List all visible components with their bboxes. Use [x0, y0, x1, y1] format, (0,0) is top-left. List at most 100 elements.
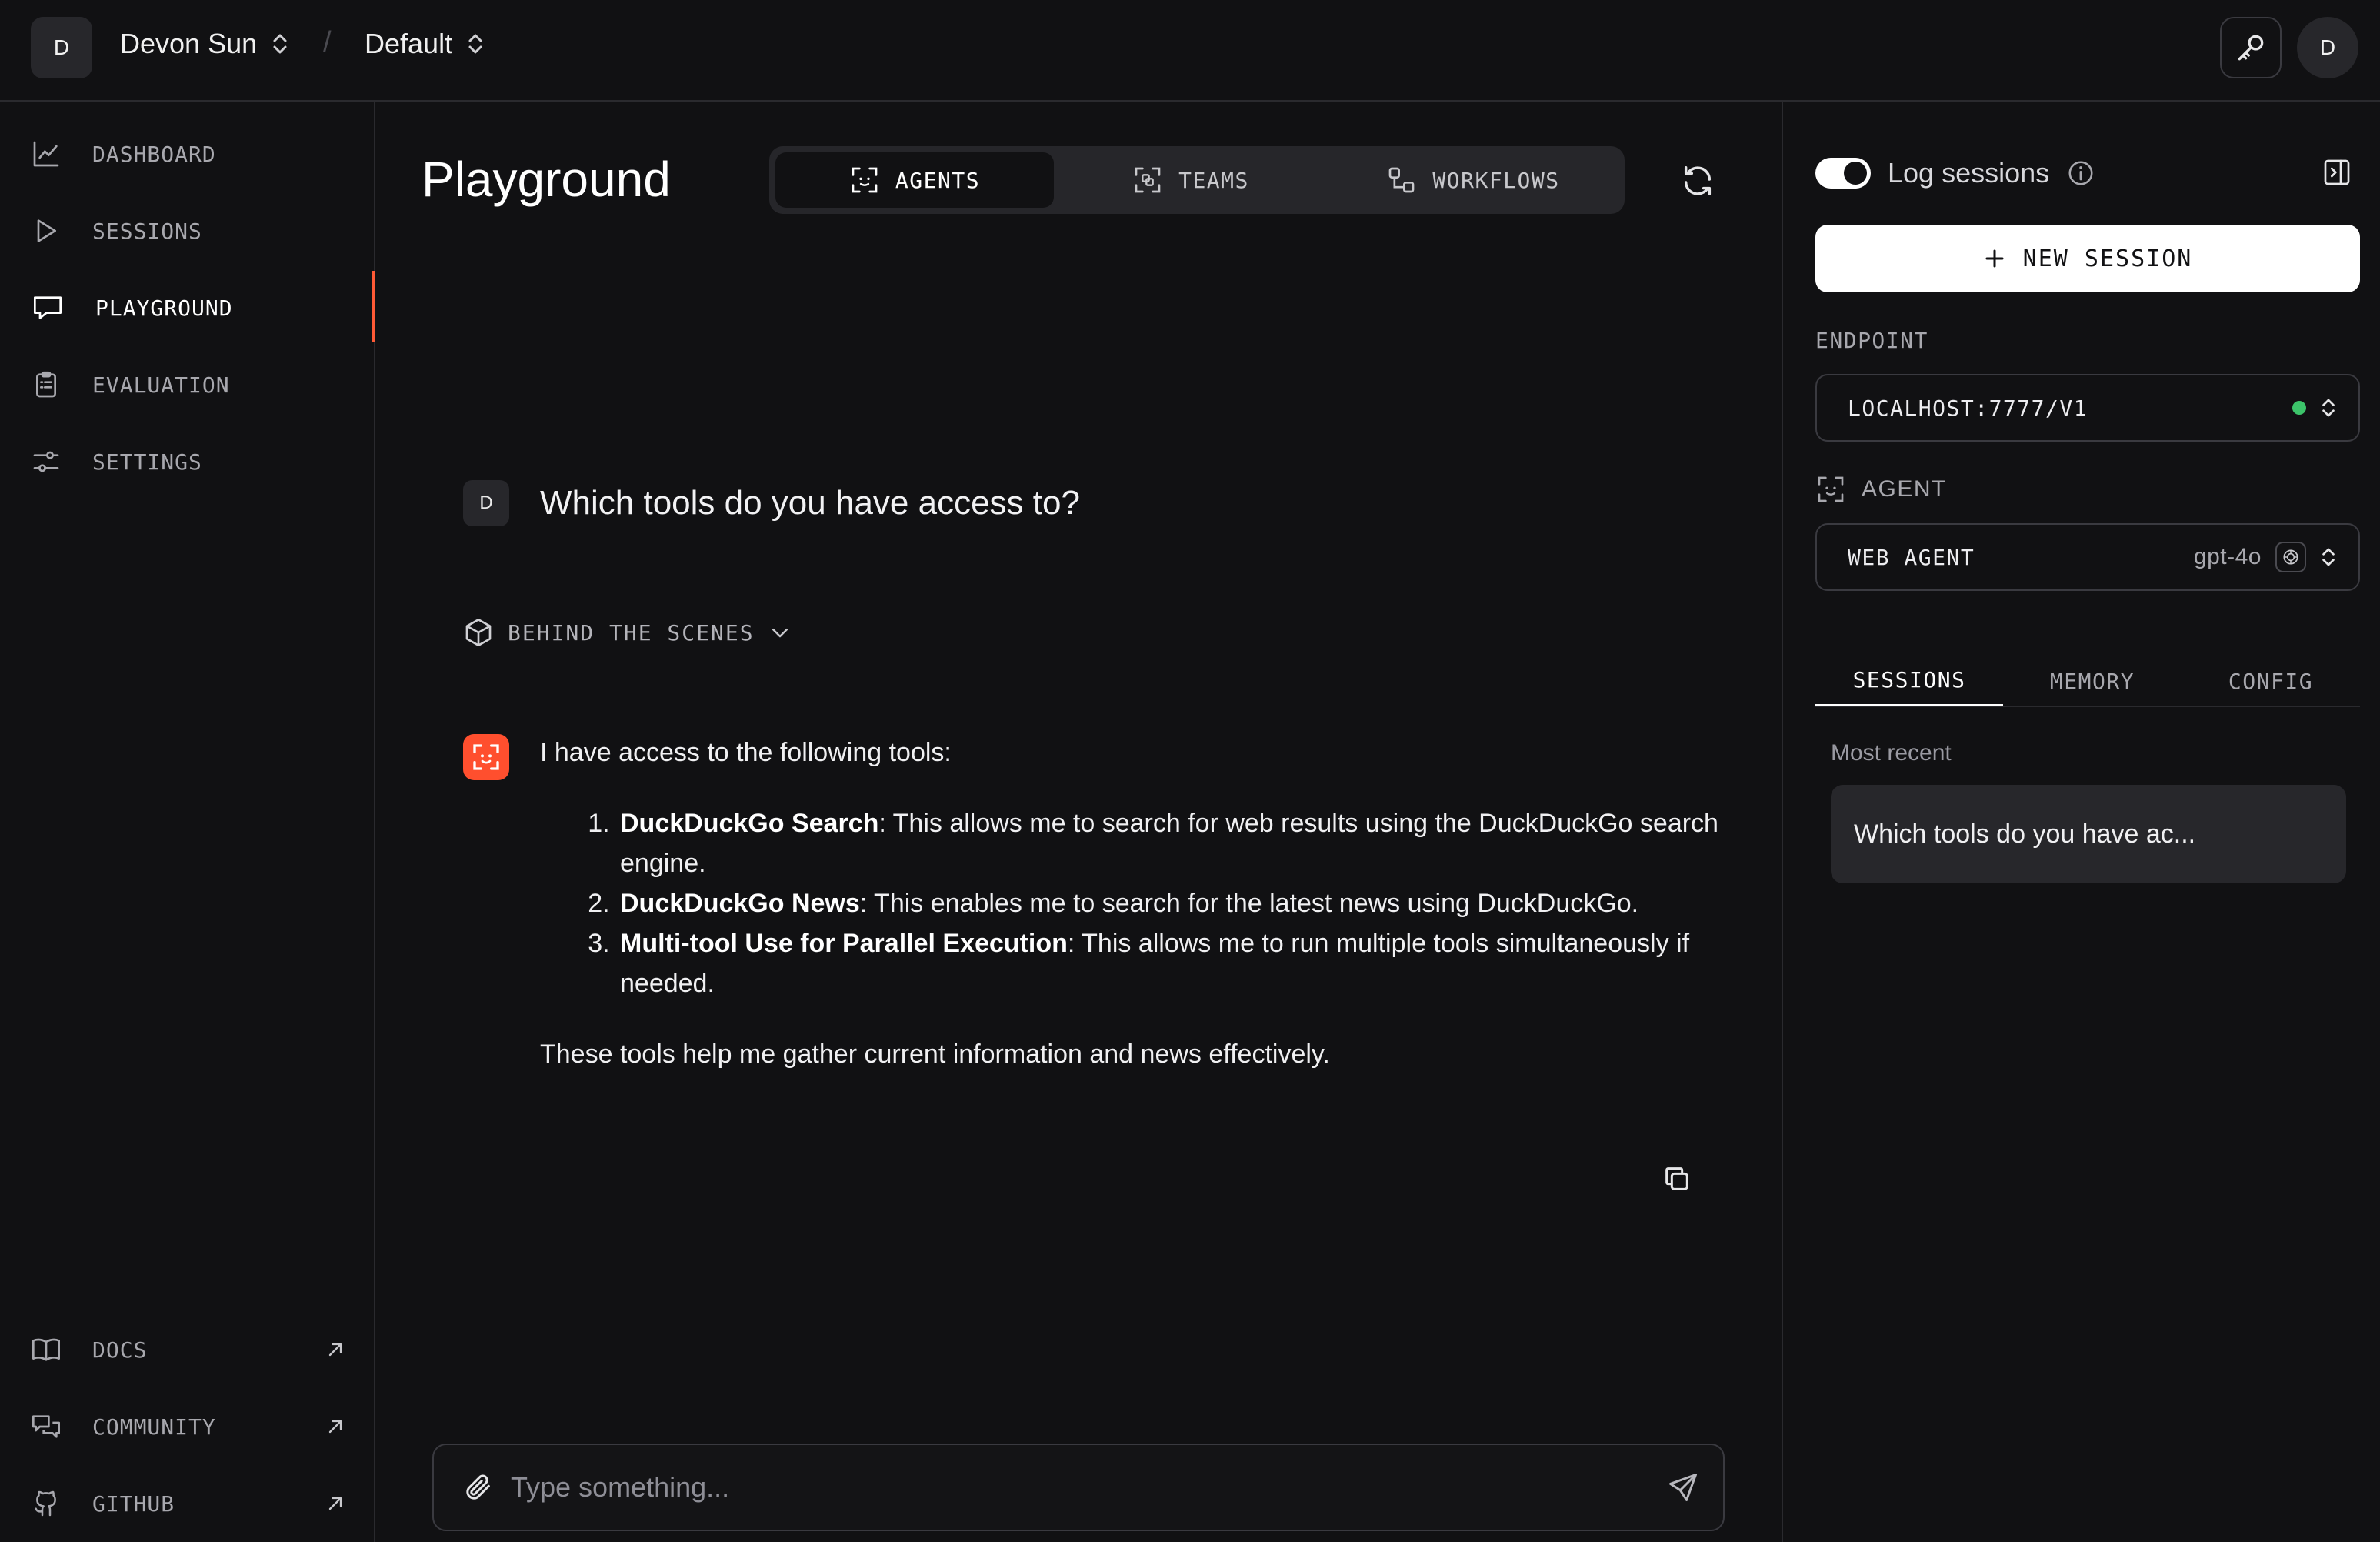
copy-icon	[1662, 1163, 1692, 1194]
breadcrumb-separator: /	[323, 26, 332, 58]
user-message-avatar: D	[463, 480, 509, 526]
new-session-button[interactable]: NEW SESSION	[1815, 225, 2360, 292]
list-item: DuckDuckGo Search: This allows me to sea…	[617, 803, 1740, 883]
endpoint-label: ENDPOINT	[1815, 328, 1928, 353]
external-link-icon	[325, 1416, 346, 1437]
workspace-selector[interactable]: Devon Sun	[120, 28, 289, 60]
send-icon[interactable]	[1666, 1470, 1700, 1504]
main-content: Playground AGENTS TEAMS WORKFLOWS D Whic…	[377, 102, 1782, 1542]
behind-the-scenes-toggle[interactable]: BEHIND THE SCENES	[463, 617, 792, 648]
log-sessions-label: Log sessions	[1888, 157, 2050, 189]
endpoint-select[interactable]: LOCALHOST:7777/V1	[1815, 374, 2360, 442]
chart-line-icon	[31, 139, 62, 169]
right-panel: Log sessions NEW SESSION ENDPOINT LOCALH…	[1782, 102, 2380, 1542]
sidebar-item-sessions[interactable]: SESSIONS	[31, 208, 354, 254]
sidebar-item-label: SESSIONS	[92, 218, 202, 244]
sidebar-item-label: PLAYGROUND	[95, 295, 233, 321]
chat-bubble-icon	[31, 292, 65, 323]
chevron-up-down-icon	[2320, 396, 2337, 420]
chevron-down-icon	[768, 621, 792, 644]
agent-label: AGENT	[1862, 476, 1947, 502]
session-list-item[interactable]: Which tools do you have ac...	[1831, 785, 2346, 883]
page-title: Playground	[422, 152, 671, 207]
list-item: Multi-tool Use for Parallel Execution: T…	[617, 923, 1740, 1003]
list-item: DuckDuckGo News: This enables me to sear…	[617, 883, 1740, 923]
agent-response-intro: I have access to the following tools:	[540, 738, 952, 767]
paperclip-icon[interactable]	[463, 1472, 494, 1503]
refresh-icon	[1680, 163, 1715, 199]
sidebar-link-docs[interactable]: DOCS	[31, 1327, 354, 1373]
external-link-icon	[325, 1493, 346, 1514]
new-session-label: NEW SESSION	[2022, 245, 2193, 272]
sidebar-item-settings[interactable]: SETTINGS	[31, 439, 354, 485]
agent-frame-icon	[1815, 474, 1846, 505]
copy-button[interactable]	[1662, 1163, 1692, 1194]
tab-sessions[interactable]: SESSIONS	[1815, 656, 2003, 706]
sidebar: DASHBOARD SESSIONS PLAYGROUND EVALUATION…	[0, 102, 375, 1542]
workspace-name: Devon Sun	[120, 28, 258, 59]
workflow-icon	[1386, 165, 1417, 195]
sidebar-item-label: SETTINGS	[92, 449, 202, 475]
cube-icon	[463, 617, 494, 648]
sidebar-item-label: EVALUATION	[92, 372, 230, 398]
external-link-icon	[325, 1339, 346, 1360]
book-icon	[31, 1334, 62, 1365]
chevron-up-down-icon	[271, 32, 289, 56]
toggle-panel-button[interactable]	[2322, 157, 2352, 188]
tab-config[interactable]: CONFIG	[2182, 656, 2360, 706]
tab-memory[interactable]: MEMORY	[2003, 656, 2182, 706]
panel-tabs: SESSIONS MEMORY CONFIG	[1815, 656, 2360, 706]
user-message-text: Which tools do you have access to?	[540, 484, 1080, 522]
message-input[interactable]	[511, 1471, 1666, 1504]
agent-select[interactable]: WEB AGENT gpt-4o	[1815, 523, 2360, 591]
project-name: Default	[365, 28, 453, 59]
endpoint-value: LOCALHOST:7777/V1	[1848, 395, 2088, 421]
tab-agents[interactable]: AGENTS	[775, 152, 1054, 208]
sidebar-item-dashboard[interactable]: DASHBOARD	[31, 131, 354, 177]
chevron-up-down-icon	[466, 32, 485, 56]
sliders-icon	[31, 446, 62, 477]
sidebar-link-label: DOCS	[92, 1337, 148, 1363]
mode-tabs: AGENTS TEAMS WORKFLOWS	[769, 146, 1625, 214]
agent-avatar	[463, 734, 509, 780]
agent-response: I have access to the following tools: Du…	[540, 733, 1740, 1074]
clipboard-icon	[31, 369, 62, 400]
tab-label: AGENTS	[895, 167, 981, 193]
tab-label: TEAMS	[1178, 167, 1249, 193]
agent-value: WEB AGENT	[1848, 544, 1975, 570]
sidebar-link-community[interactable]: COMMUNITY	[31, 1403, 354, 1450]
info-icon[interactable]	[2066, 159, 2095, 188]
workspace-avatar[interactable]: D	[31, 17, 92, 78]
agent-section-label: AGENT	[1815, 474, 1947, 505]
status-indicator	[2292, 401, 2306, 415]
refresh-button[interactable]	[1680, 163, 1715, 199]
project-selector[interactable]: Default	[365, 28, 485, 60]
panel-right-icon	[2322, 157, 2352, 188]
behind-the-scenes-label: BEHIND THE SCENES	[508, 619, 755, 646]
play-icon	[31, 215, 62, 246]
openai-icon	[2275, 542, 2306, 572]
agent-frame-icon	[471, 742, 502, 773]
sidebar-item-evaluation[interactable]: EVALUATION	[31, 362, 354, 408]
team-frame-icon	[1132, 165, 1163, 195]
sidebar-item-playground[interactable]: PLAYGROUND	[31, 285, 354, 331]
chevron-up-down-icon	[2320, 545, 2337, 569]
top-bar: D Devon Sun / Default D	[0, 0, 2380, 102]
key-icon	[2234, 31, 2268, 65]
github-icon	[31, 1488, 62, 1519]
sidebar-link-github[interactable]: GITHUB	[31, 1480, 354, 1527]
agent-frame-icon	[849, 165, 880, 195]
chat-bubbles-icon	[31, 1411, 62, 1442]
agent-response-outro: These tools help me gather current infor…	[540, 1040, 1330, 1069]
user-avatar[interactable]: D	[2297, 17, 2358, 78]
tab-label: WORKFLOWS	[1432, 167, 1560, 193]
tab-workflows[interactable]: WORKFLOWS	[1328, 152, 1618, 208]
message-composer	[432, 1444, 1725, 1531]
api-key-button[interactable]	[2220, 17, 2282, 78]
sidebar-link-label: COMMUNITY	[92, 1414, 216, 1440]
sidebar-item-label: DASHBOARD	[92, 141, 216, 167]
log-sessions-toggle[interactable]	[1815, 158, 1871, 189]
active-nav-indicator	[372, 271, 375, 342]
log-sessions-row: Log sessions	[1815, 157, 2095, 189]
tab-teams[interactable]: TEAMS	[1060, 152, 1322, 208]
